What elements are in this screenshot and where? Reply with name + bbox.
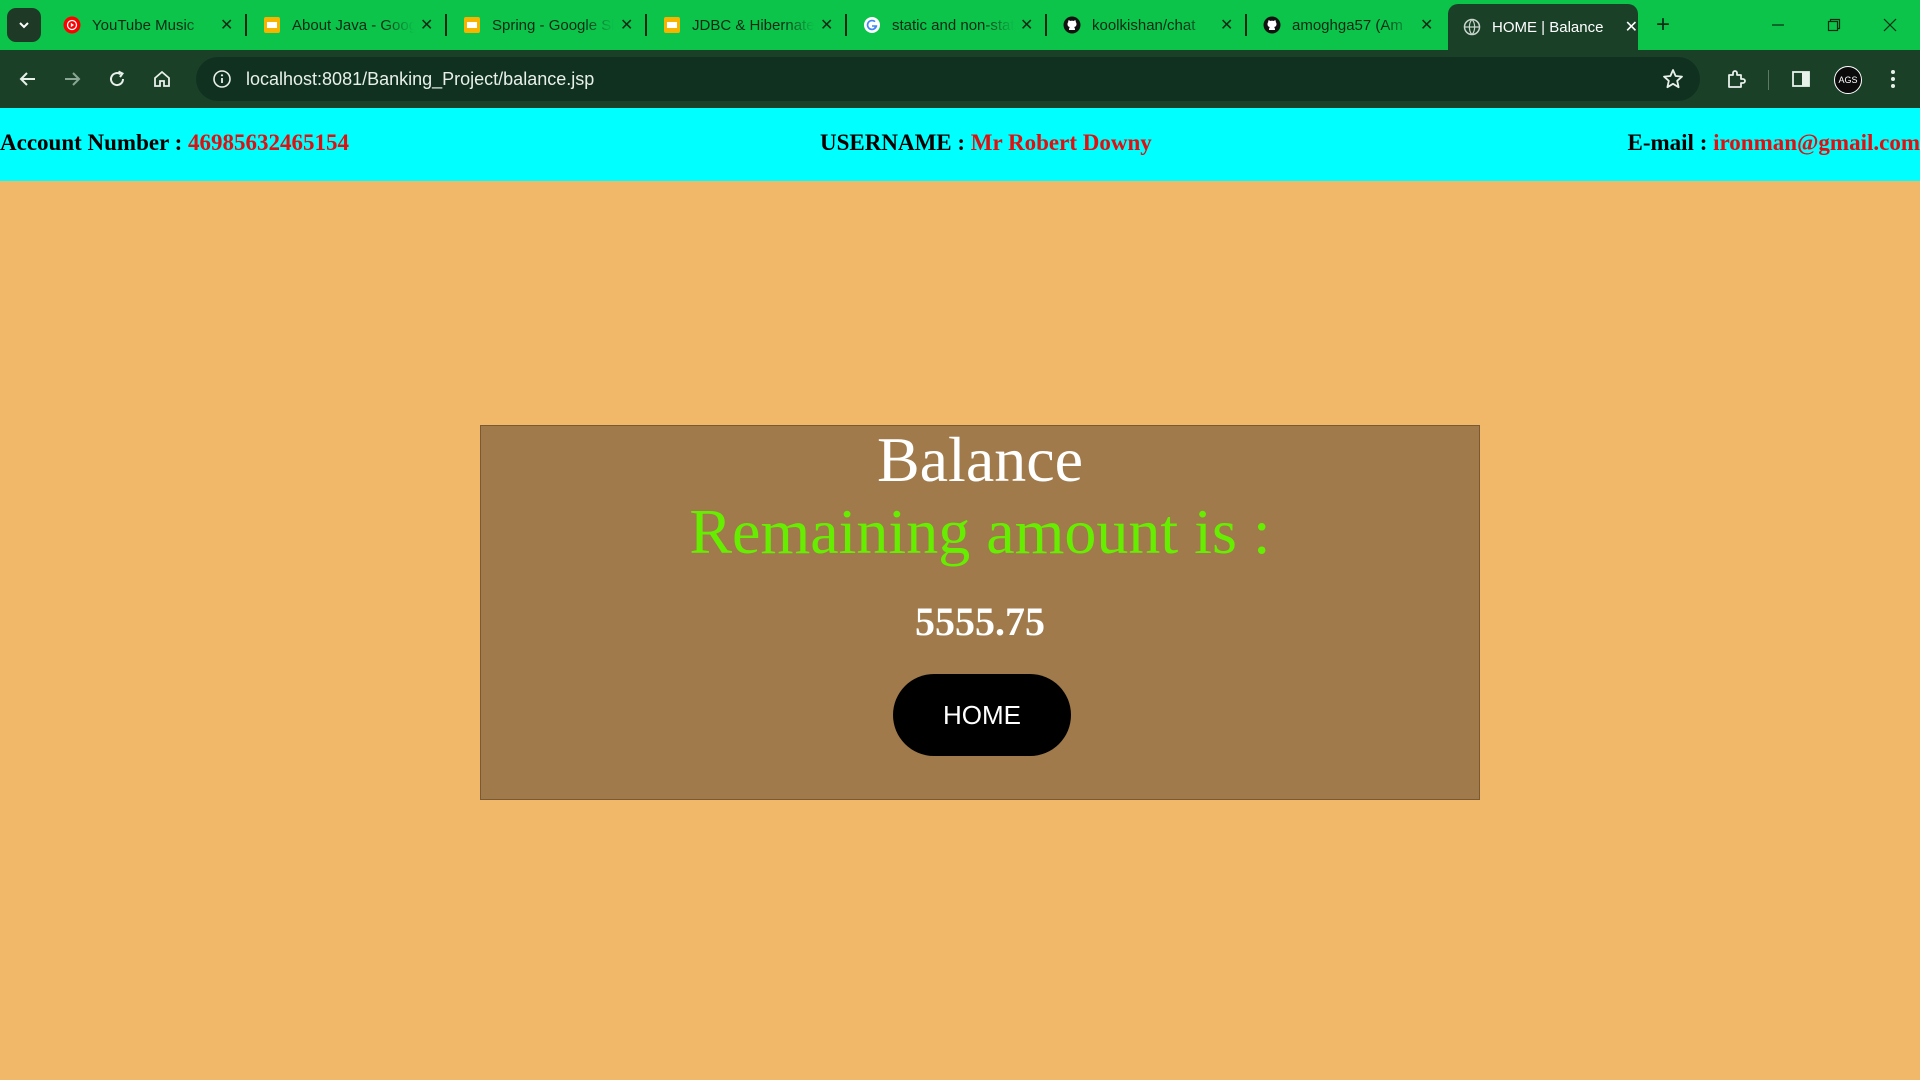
- tab-title: HOME | Balance: [1492, 18, 1604, 36]
- minimize-button[interactable]: [1750, 0, 1806, 50]
- toolbar-divider: [1768, 70, 1769, 90]
- browser-toolbar: localhost:8081/Banking_Project/balance.j…: [0, 50, 1920, 108]
- back-button[interactable]: [12, 63, 44, 95]
- browser-tab-strip: YouTube Music ✕ About Java - Google Slid…: [0, 0, 1920, 50]
- minimize-icon: [1772, 24, 1784, 26]
- tab-search-button[interactable]: [7, 8, 41, 42]
- tab-about-java[interactable]: About Java - Google Slides ✕: [248, 6, 433, 44]
- close-window-button[interactable]: [1862, 0, 1918, 50]
- balance-card: Balance Remaining amount is : 5555.75 HO…: [480, 425, 1480, 800]
- globe-icon: [1462, 17, 1482, 37]
- tab-title: About Java - Google Slides: [292, 16, 414, 34]
- restore-icon: [1827, 18, 1841, 32]
- close-icon[interactable]: ✕: [620, 15, 633, 35]
- close-icon[interactable]: ✕: [820, 15, 833, 35]
- site-info-icon[interactable]: [212, 69, 232, 89]
- tab-separator: [1045, 14, 1047, 36]
- tab-title: Spring - Google Slides: [492, 16, 614, 34]
- home-page-button[interactable]: [146, 63, 178, 95]
- close-icon[interactable]: ✕: [220, 15, 233, 35]
- home-icon: [154, 70, 170, 87]
- slides-icon: [462, 15, 482, 35]
- account-info-bar: Account Number : 46985632465154 USERNAME…: [0, 108, 1920, 181]
- arrow-left-icon: [19, 72, 35, 86]
- close-icon[interactable]: ✕: [1220, 15, 1233, 35]
- github-icon: [1062, 15, 1082, 35]
- new-tab-button[interactable]: +: [1648, 10, 1678, 40]
- email: E-mail : ironman@gmail.com: [1628, 130, 1920, 156]
- side-panel-icon: [1792, 71, 1810, 87]
- close-icon[interactable]: ✕: [1625, 17, 1638, 37]
- url-text[interactable]: localhost:8081/Banking_Project/balance.j…: [246, 69, 594, 90]
- chrome-menu-button[interactable]: [1877, 63, 1909, 95]
- tab-separator: [1245, 14, 1247, 36]
- tab-title: YouTube Music: [92, 16, 195, 34]
- forward-button[interactable]: [56, 63, 88, 95]
- close-icon[interactable]: ✕: [1020, 15, 1033, 35]
- account-number-label: Account Number :: [0, 130, 189, 155]
- tab-amoghga57[interactable]: amoghga57 (Am ✕: [1248, 6, 1433, 44]
- slides-icon: [262, 15, 282, 35]
- email-value: ironman@gmail.com: [1713, 130, 1920, 155]
- tab-title: koolkishan/chat: [1092, 16, 1196, 34]
- address-bar[interactable]: localhost:8081/Banking_Project/balance.j…: [196, 57, 1700, 101]
- extensions-button[interactable]: [1720, 63, 1752, 95]
- tab-separator: [845, 14, 847, 36]
- plus-icon: +: [1655, 11, 1670, 38]
- google-icon: [862, 15, 882, 35]
- tab-separator: [245, 14, 247, 36]
- username-label: USERNAME :: [820, 130, 971, 155]
- tab-title: amoghga57 (Am: [1292, 16, 1403, 34]
- tab-jdbc-hibernate[interactable]: JDBC & Hibernate ✕: [648, 6, 833, 44]
- arrow-right-icon: [65, 72, 81, 86]
- tab-spring[interactable]: Spring - Google Slides ✕: [448, 6, 633, 44]
- github-icon: [1262, 15, 1282, 35]
- home-button[interactable]: HOME: [893, 674, 1071, 756]
- restore-button[interactable]: [1806, 0, 1862, 50]
- slides-icon: [662, 15, 682, 35]
- close-icon[interactable]: ✕: [1420, 15, 1433, 35]
- bookmark-star-icon[interactable]: [1662, 68, 1684, 95]
- tab-title: static and non-static: [892, 16, 1014, 34]
- username: USERNAME : Mr Robert Downy: [820, 130, 1152, 156]
- reload-icon: [110, 70, 125, 87]
- tab-home-balance[interactable]: HOME | Balance ✕: [1448, 4, 1638, 50]
- account-number: Account Number : 46985632465154: [0, 130, 349, 156]
- chevron-down-icon: [19, 22, 29, 29]
- tab-title: JDBC & Hibernate: [692, 16, 814, 34]
- balance-amount: 5555.75: [915, 599, 1045, 644]
- email-label: E-mail :: [1627, 130, 1714, 155]
- tab-static-non-static[interactable]: static and non-static ✕: [848, 6, 1033, 44]
- account-number-value: 46985632465154: [188, 130, 350, 155]
- reload-button[interactable]: [101, 63, 133, 95]
- close-icon[interactable]: ✕: [420, 15, 433, 35]
- username-value: Mr Robert Downy: [970, 130, 1152, 155]
- tab-separator: [445, 14, 447, 36]
- tab-separator: [645, 14, 647, 36]
- more-vert-icon: [1891, 70, 1895, 88]
- tab-koolkishan-chat[interactable]: koolkishan/chat ✕: [1048, 6, 1233, 44]
- page-title: Balance: [876, 424, 1084, 495]
- close-icon: [1883, 18, 1897, 32]
- remaining-amount-label: Remaining amount is :: [689, 496, 1271, 567]
- puzzle-icon: [1728, 70, 1746, 88]
- youtube-music-icon: [62, 15, 82, 35]
- side-panel-button[interactable]: [1785, 63, 1817, 95]
- tab-youtube-music[interactable]: YouTube Music ✕: [48, 6, 233, 44]
- profile-avatar[interactable]: AGS: [1834, 66, 1862, 94]
